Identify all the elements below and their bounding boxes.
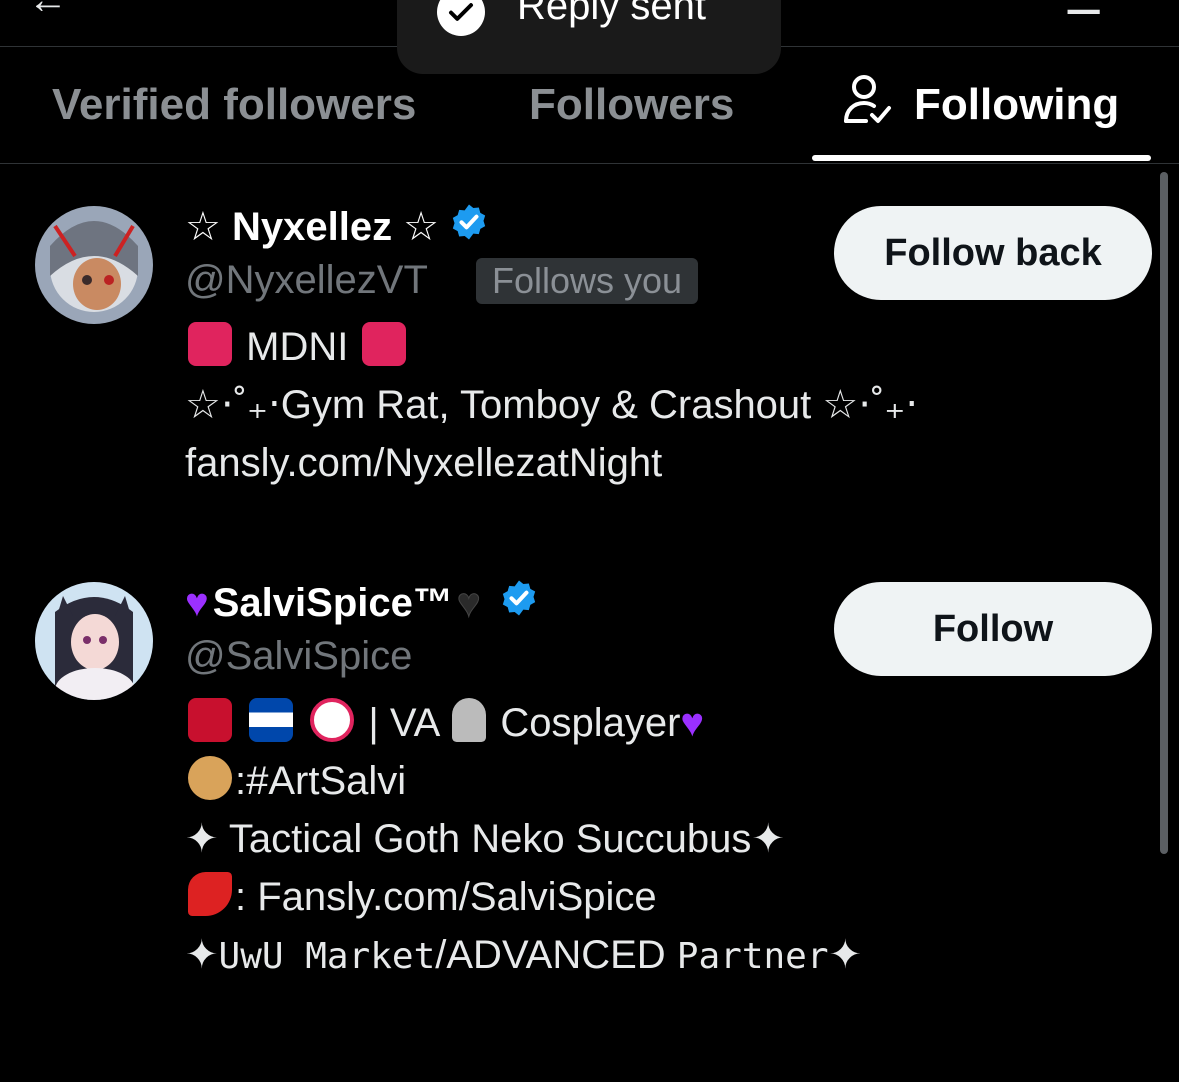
black-heart-icon: ♥: [456, 580, 481, 625]
display-name-text: ☆ Nyxellez ☆: [185, 205, 440, 249]
check-icon: [437, 0, 485, 36]
bio-text: Cosplayer: [500, 701, 681, 745]
tab-followers[interactable]: Followers: [529, 47, 734, 163]
microphone-icon: [452, 698, 487, 742]
chili-pepper-icon: [188, 872, 232, 916]
verified-badge-icon: [499, 578, 539, 628]
tab-label: Following: [914, 80, 1120, 129]
avatar[interactable]: [35, 206, 153, 324]
bio-line: ✦ Tactical Goth Neko Succubus✦: [185, 817, 785, 861]
purple-heart-icon: ♥: [680, 701, 705, 745]
toast-text: Reply sent: [517, 0, 706, 28]
bio-line: ☆⋅˚₊‧Gym Rat, Tomboy & Crashout ☆⋅˚₊‧: [185, 383, 919, 427]
tab-verified-followers[interactable]: Verified followers: [52, 47, 416, 163]
handle: @NyxellezVT: [185, 258, 428, 302]
bio: | VA Cosplayer♥ :#ArtSalvi ✦ Tactical Go…: [185, 694, 862, 986]
bio: MDNI ☆⋅˚₊‧Gym Rat, Tomboy & Crashout ☆⋅˚…: [185, 318, 918, 492]
lips-icon: [188, 698, 232, 742]
el-salvador-flag-icon: [249, 698, 294, 742]
bio-text: /ADVANCED: [435, 933, 677, 977]
bio-text: Partner: [676, 936, 829, 977]
bio-link[interactable]: fansly.com/NyxellezatNight: [185, 441, 662, 485]
bio-link[interactable]: : Fansly.com/SalviSpice: [235, 875, 657, 919]
avatar[interactable]: [35, 582, 153, 700]
display-name-text: SalviSpice™: [212, 580, 453, 625]
bio-text: UwU Market: [218, 936, 436, 977]
tab-bar: Verified followers Followers Following: [0, 47, 1179, 164]
siren-icon: [362, 322, 407, 366]
purple-heart-icon: ♥: [185, 580, 209, 625]
bio-text: ✦: [185, 933, 219, 977]
bio-text: ✦: [828, 933, 863, 977]
tab-following[interactable]: Following: [842, 47, 1119, 163]
add-user-icon[interactable]: ☰: [1064, 0, 1103, 25]
tab-label: Followers: [529, 80, 735, 129]
bio-hashtag[interactable]: :#ArtSalvi: [235, 759, 406, 803]
scrollbar[interactable]: [1160, 172, 1168, 854]
follows-you-badge: Follows you: [476, 258, 699, 304]
handle: @SalviSpice: [185, 634, 413, 678]
bio-line: MDNI: [246, 325, 349, 369]
display-name[interactable]: ♥ SalviSpice™ ♥: [185, 578, 539, 628]
follow-button[interactable]: Follow: [834, 582, 1152, 676]
active-tab-indicator: [812, 155, 1151, 161]
follow-back-button[interactable]: Follow back: [834, 206, 1152, 300]
siren-icon: [188, 322, 232, 366]
verified-badge-icon: [449, 202, 489, 252]
back-arrow-icon[interactable]: ←: [28, 0, 68, 23]
palette-icon: [188, 756, 232, 800]
display-name[interactable]: ☆ Nyxellez ☆: [185, 202, 489, 252]
no-under-18-icon: [310, 698, 355, 742]
bio-text: | VA: [368, 701, 439, 745]
user-check-icon: [842, 73, 892, 138]
tab-label: Verified followers: [52, 80, 417, 129]
